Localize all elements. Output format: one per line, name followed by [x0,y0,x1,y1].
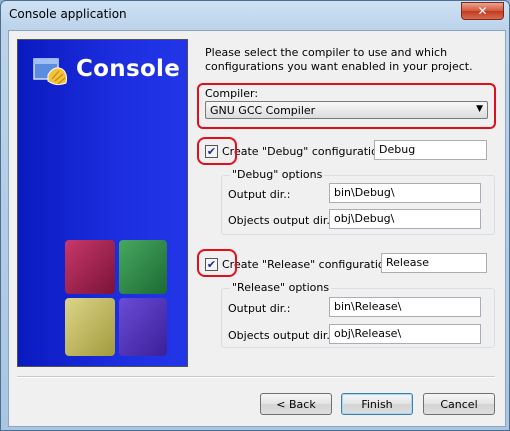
debug-objects-dir-input[interactable]: obj\Debug\ [329,209,481,229]
compiler-select-value: GNU GCC Compiler [210,104,316,117]
codeblocks-logo-icon [33,58,67,86]
close-icon: ✕ [477,4,488,18]
release-output-dir-input[interactable]: bin\Release\ [329,297,481,317]
debug-options-title: "Debug" options [230,168,325,181]
debug-checkbox[interactable]: ✔ [205,145,218,158]
checkmark-icon: ✔ [206,145,217,158]
debug-output-dir-input[interactable]: bin\Debug\ [329,183,481,203]
debug-output-dir-label: Output dir.: [228,188,291,201]
checkmark-icon: ✔ [206,258,217,271]
release-objects-dir-label: Objects output dir.: [228,329,334,342]
colored-cubes-graphic [65,240,167,356]
compiler-label: Compiler: [205,87,259,100]
debug-checkbox-label[interactable]: Create "Debug" configuration: [222,145,389,158]
window-title: Console application [9,7,127,21]
release-objects-dir-input[interactable]: obj\Release\ [329,324,481,344]
release-checkbox-label[interactable]: Create "Release" configuration: [222,258,395,271]
debug-config-name-input[interactable]: Debug [374,140,487,160]
back-button[interactable]: < Back [260,393,332,415]
wizard-banner: Console [17,39,188,367]
wizard-page: Console Please select the compiler to us… [8,30,506,427]
release-config-name-input[interactable]: Release [381,253,487,273]
banner-title: Console [76,56,181,82]
release-output-dir-label: Output dir.: [228,302,291,315]
release-checkbox[interactable]: ✔ [205,258,218,271]
button-separator [17,376,495,378]
compiler-select[interactable]: GNU GCC Compiler ▼ [205,101,488,119]
wizard-window: Console application ✕ Console Please sel… [0,0,510,431]
intro-text: Please select the compiler to use and wh… [205,46,473,73]
title-bar[interactable]: Console application ✕ [1,1,509,29]
release-options-title: "Release" options [230,281,332,294]
debug-objects-dir-label: Objects output dir.: [228,214,334,227]
cancel-button[interactable]: Cancel [423,393,495,415]
chevron-down-icon: ▼ [476,104,483,114]
finish-button[interactable]: Finish [341,393,413,415]
close-button[interactable]: ✕ [461,2,504,20]
